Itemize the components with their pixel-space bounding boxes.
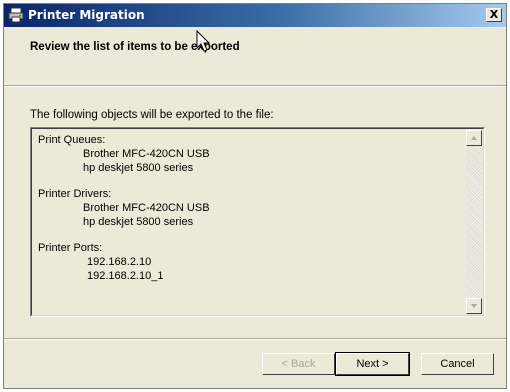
section-heading: Printer Ports: <box>38 242 103 254</box>
next-button[interactable]: Next > <box>335 352 410 376</box>
export-list-box[interactable]: Print Queues: Brother MFC-420CN USB hp d… <box>30 127 485 317</box>
printer-icon <box>8 7 24 23</box>
list-item: hp deskjet 5800 series <box>83 162 194 174</box>
mouse-pointer-icon <box>196 30 210 52</box>
export-list-frame: Print Queues: Brother MFC-420CN USB hp d… <box>31 128 484 316</box>
title-bar[interactable]: Printer Migration X <box>4 4 506 27</box>
printer-drivers-section: Printer Drivers: Brother MFC-420CN USB h… <box>38 187 463 229</box>
export-list-content: Print Queues: Brother MFC-420CN USB hp d… <box>38 133 463 295</box>
print-queues-section: Print Queues: Brother MFC-420CN USB hp d… <box>38 133 463 175</box>
scroll-down-button[interactable] <box>466 298 482 314</box>
section-heading: Print Queues: <box>38 134 106 146</box>
list-item: 192.168.2.10_1 <box>87 270 164 282</box>
list-item: Brother MFC-420CN USB <box>83 148 210 160</box>
list-item: 192.168.2.10 <box>87 256 152 268</box>
cancel-button[interactable]: Cancel <box>421 353 494 375</box>
vertical-scrollbar[interactable] <box>466 130 482 314</box>
scroll-up-button[interactable] <box>466 130 482 146</box>
section-heading: Printer Drivers: <box>38 188 112 200</box>
close-button[interactable]: X <box>486 8 502 22</box>
list-item: Brother MFC-420CN USB <box>83 202 210 214</box>
printer-migration-window: Printer Migration X Review the list of i… <box>3 3 507 389</box>
close-icon: X <box>489 8 499 21</box>
back-button[interactable]: < Back <box>262 353 335 375</box>
footer-divider <box>4 338 506 340</box>
header-divider <box>4 85 506 87</box>
printer-ports-section: Printer Ports: 192.168.2.10 192.168.2.10… <box>38 241 463 283</box>
scroll-up-arrow-icon <box>471 136 477 140</box>
intro-text: The following objects will be exported t… <box>30 109 274 121</box>
window-title: Printer Migration <box>28 8 145 22</box>
list-item: hp deskjet 5800 series <box>83 216 194 228</box>
scroll-down-arrow-icon <box>471 304 477 308</box>
wizard-header: Review the list of items to be exported <box>4 27 506 85</box>
